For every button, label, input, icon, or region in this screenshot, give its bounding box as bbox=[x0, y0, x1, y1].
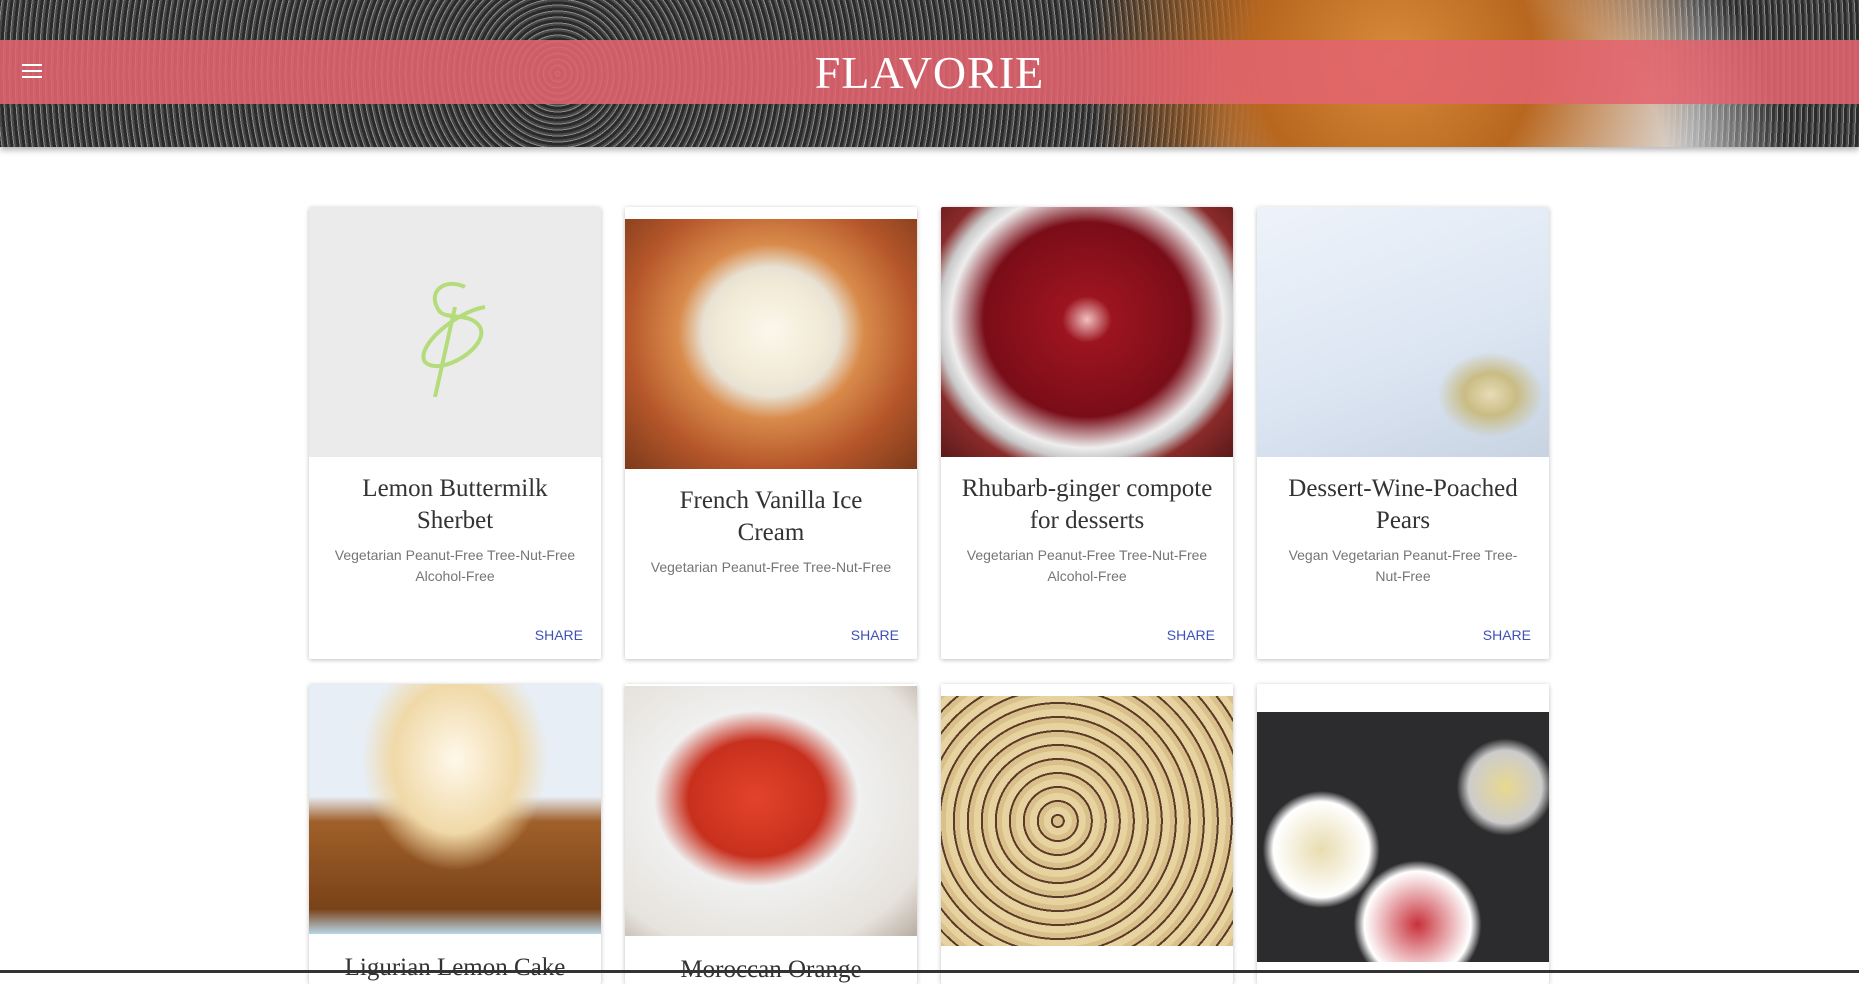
recipe-card[interactable]: Moroccan Orange bbox=[625, 684, 917, 984]
recipe-title[interactable]: Dessert-Wine-Poached Pears bbox=[1257, 457, 1549, 537]
recipe-tags: Vegetarian Peanut-Free Tree-Nut-Free Alc… bbox=[334, 547, 576, 584]
recipe-tags: Vegetarian Peanut-Free Tree-Nut-Free Alc… bbox=[966, 547, 1208, 584]
recipe-title[interactable]: French Vanilla Ice Cream bbox=[625, 469, 917, 549]
hero-banner: FLAVORIE bbox=[0, 0, 1859, 147]
share-button[interactable]: SHARE bbox=[1167, 627, 1215, 643]
recipe-card[interactable]: Lemon Buttermilk Sherbet Vegetarian Pean… bbox=[309, 207, 601, 659]
recipe-card[interactable] bbox=[1257, 684, 1549, 984]
recipe-title[interactable] bbox=[941, 946, 1233, 964]
recipe-image-placeholder bbox=[309, 207, 601, 457]
recipe-image bbox=[1257, 207, 1549, 457]
recipe-tags: Vegan Vegetarian Peanut-Free Tree-Nut-Fr… bbox=[1288, 547, 1518, 584]
recipe-card[interactable]: Ligurian Lemon Cake bbox=[309, 684, 601, 984]
recipe-image bbox=[1257, 712, 1549, 962]
share-button[interactable]: SHARE bbox=[535, 627, 583, 643]
recipe-title[interactable]: Ligurian Lemon Cake bbox=[309, 934, 601, 984]
recipe-tags: Vegetarian Peanut-Free Tree-Nut-Free bbox=[650, 559, 892, 575]
recipe-title[interactable]: Rhubarb-ginger compote for desserts bbox=[941, 457, 1233, 537]
recipe-image bbox=[625, 219, 917, 469]
hamburger-icon[interactable] bbox=[22, 64, 42, 78]
recipe-card[interactable]: Dessert-Wine-Poached Pears Vegan Vegetar… bbox=[1257, 207, 1549, 659]
recipe-card[interactable]: Rhubarb-ginger compote for desserts Vege… bbox=[941, 207, 1233, 659]
recipe-image bbox=[625, 686, 917, 936]
share-button[interactable]: SHARE bbox=[851, 627, 899, 643]
site-title: FLAVORIE bbox=[814, 46, 1045, 98]
recipe-card[interactable] bbox=[941, 684, 1233, 984]
recipe-title[interactable]: Lemon Buttermilk Sherbet bbox=[309, 457, 601, 537]
recipe-title[interactable]: Moroccan Orange bbox=[625, 936, 917, 984]
share-button[interactable]: SHARE bbox=[1483, 627, 1531, 643]
recipe-image bbox=[941, 696, 1233, 946]
app-bar: FLAVORIE bbox=[0, 40, 1859, 104]
recipe-image bbox=[309, 684, 601, 934]
logo-placeholder-icon bbox=[421, 281, 486, 397]
recipe-card[interactable]: French Vanilla Ice Cream Vegetarian Pean… bbox=[625, 207, 917, 659]
recipe-image bbox=[941, 207, 1233, 457]
